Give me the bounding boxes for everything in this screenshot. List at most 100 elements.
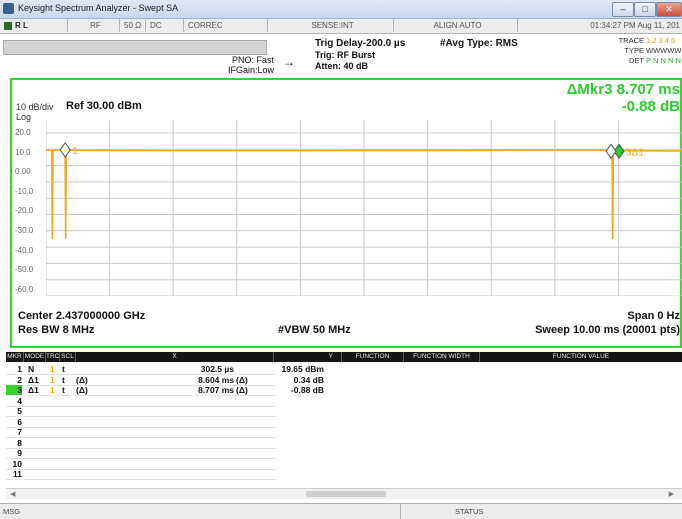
app-icon xyxy=(3,3,14,14)
center-frequency: Center 2.437000000 GHz xyxy=(18,310,146,322)
status-row: R L RF 50 Ω DC CORREC SENSE:INT ALIGN AU… xyxy=(0,19,682,34)
status-mode: R L xyxy=(0,19,68,32)
span: Span 0 Hz xyxy=(627,310,680,322)
table-row[interactable]: 6 xyxy=(6,417,682,427)
log-scale-label: Log xyxy=(16,112,32,122)
active-marker-value: -0.88 dB xyxy=(621,98,680,115)
status-coupling: DC xyxy=(146,19,184,32)
col-x: X xyxy=(76,352,274,362)
horizontal-scrollbar[interactable]: ◀ ▶ xyxy=(6,488,682,499)
msg-label: MSG xyxy=(3,507,21,516)
table-row[interactable]: 7 xyxy=(6,427,682,437)
cell-scl: t xyxy=(62,364,65,374)
minimize-button[interactable]: – xyxy=(612,2,634,17)
cell-trc: 1 xyxy=(50,385,55,395)
cell-x: 302.5 µs xyxy=(200,364,234,374)
vbw: #VBW 50 MHz xyxy=(278,324,351,336)
col-function-width: FUNCTION WIDTH xyxy=(404,352,480,362)
status-correc: CORREC xyxy=(184,19,268,32)
cell-y: 19.65 dBm xyxy=(281,364,324,374)
cell-mode: Δ1 xyxy=(28,374,39,385)
marker-reference-diamond xyxy=(605,143,617,160)
trace-plot[interactable]: 1 3Δ1 xyxy=(46,120,682,296)
arrow-icon: → xyxy=(283,55,295,69)
cell-x: 8.707 ms xyxy=(198,385,234,395)
status-label: STATUS xyxy=(455,507,484,516)
marker-table-header: MKR MODE TRC SCL X Y FUNCTION FUNCTION W… xyxy=(6,352,682,362)
cell-mkr: 7 xyxy=(17,427,22,437)
table-row[interactable]: 5 xyxy=(6,406,682,416)
y-tick-label: -20.0 xyxy=(15,206,34,216)
cell-scl: t xyxy=(62,385,65,395)
y-tick-label: -40.0 xyxy=(15,245,34,255)
trig-delay: Trig Delay-200.0 µs xyxy=(315,38,406,49)
table-row[interactable]: 10 xyxy=(6,459,682,469)
pno-setting: PNO: Fast xyxy=(232,55,275,65)
cell-delta: (Δ) xyxy=(76,385,88,395)
row-divider xyxy=(6,479,276,480)
y-tick-label: -10.0 xyxy=(15,186,34,196)
y-tick-label: -50.0 xyxy=(15,265,34,275)
table-row[interactable]: 4 xyxy=(6,396,682,406)
marker-label: 1 xyxy=(72,146,78,157)
atten-setting: Atten: 40 dB xyxy=(315,61,369,71)
cell-mode: N xyxy=(28,364,35,374)
col-mode: MODE xyxy=(24,352,46,362)
trace-label: TRACE xyxy=(618,36,644,45)
cell-scl: t xyxy=(62,374,65,385)
table-row[interactable]: 1 N 1 t 302.5 µs 19.65 dBm xyxy=(6,364,682,374)
maximize-button[interactable]: □ xyxy=(634,2,656,17)
scrollbar-thumb[interactable] xyxy=(306,491,386,497)
table-row[interactable]: 2 Δ1 1 t (Δ) 8.604 ms (Δ) 0.34 dB xyxy=(6,375,682,385)
reference-level: Ref 30.00 dBm xyxy=(66,100,142,112)
cell-mkr: 3 xyxy=(17,385,22,395)
cell-delta: (Δ) xyxy=(76,374,88,385)
scroll-right-icon[interactable]: ▶ xyxy=(669,490,674,498)
sweep-time: Sweep 10.00 ms (20001 pts) xyxy=(535,324,680,336)
cell-mkr: 10 xyxy=(12,458,22,469)
y-tick-label: 10.0 xyxy=(15,147,31,157)
status-align: ALIGN AUTO xyxy=(394,19,518,32)
type-values: WWWWW xyxy=(646,46,682,55)
table-row[interactable]: 8 xyxy=(6,438,682,448)
col-mkr: MKR xyxy=(6,352,24,362)
scroll-left-icon[interactable]: ◀ xyxy=(10,490,15,498)
cell-mkr: 8 xyxy=(17,437,22,448)
title-bar: Keysight Spectrum Analyzer - Swept SA – … xyxy=(0,0,682,19)
cell-mkr: 9 xyxy=(17,448,22,458)
scale-per-div: 10 dB/div xyxy=(16,102,54,112)
cell-mkr: 11 xyxy=(13,469,22,479)
active-marker-readout: ΔMkr3 8.707 ms xyxy=(566,81,680,98)
col-scl: SCL xyxy=(60,352,76,362)
status-sense: SENSE:INT xyxy=(268,19,394,32)
message-bar: MSG STATUS xyxy=(0,503,682,519)
table-row[interactable]: 3 Δ1 1 t (Δ) 8.707 ms (Δ) -0.88 dB xyxy=(6,385,682,395)
y-tick-label: 0.00 xyxy=(15,167,31,177)
col-function-value: FUNCTION VALUE xyxy=(552,353,610,360)
cell-mkr: 4 xyxy=(17,395,22,406)
col-y: Y xyxy=(274,352,342,362)
close-button[interactable]: ✕ xyxy=(656,2,682,17)
input-box[interactable] xyxy=(3,40,267,55)
y-tick-label: -30.0 xyxy=(15,226,34,235)
status-rf: RF xyxy=(68,19,120,32)
det-values: P N N N N xyxy=(646,56,681,65)
marker-diamond xyxy=(59,142,71,158)
window-title: Keysight Spectrum Analyzer - Swept SA xyxy=(18,3,179,13)
status-impedance: 50 Ω xyxy=(120,19,146,32)
cell-y: -0.88 dB xyxy=(290,385,324,395)
trace-values: 1 2 3 4 5 xyxy=(646,36,676,45)
trig-source: Trig: RF Burst xyxy=(315,50,375,60)
y-tick-label: 20.0 xyxy=(15,128,31,137)
cell-mkr: 2 xyxy=(17,374,22,385)
col-function: FUNCTION xyxy=(342,352,404,362)
ifgain-setting: IFGain:Low xyxy=(228,65,275,75)
res-bw: Res BW 8 MHz xyxy=(18,324,95,336)
y-tick-label: -60.0 xyxy=(15,284,34,294)
cell-mkr: 1 xyxy=(17,364,22,374)
table-row[interactable]: 9 xyxy=(6,448,682,458)
rl-icon xyxy=(4,21,12,30)
cell-trc: 1 xyxy=(50,374,55,385)
table-row[interactable]: 11 xyxy=(6,469,682,479)
avg-type: #Avg Type: RMS xyxy=(440,38,518,49)
